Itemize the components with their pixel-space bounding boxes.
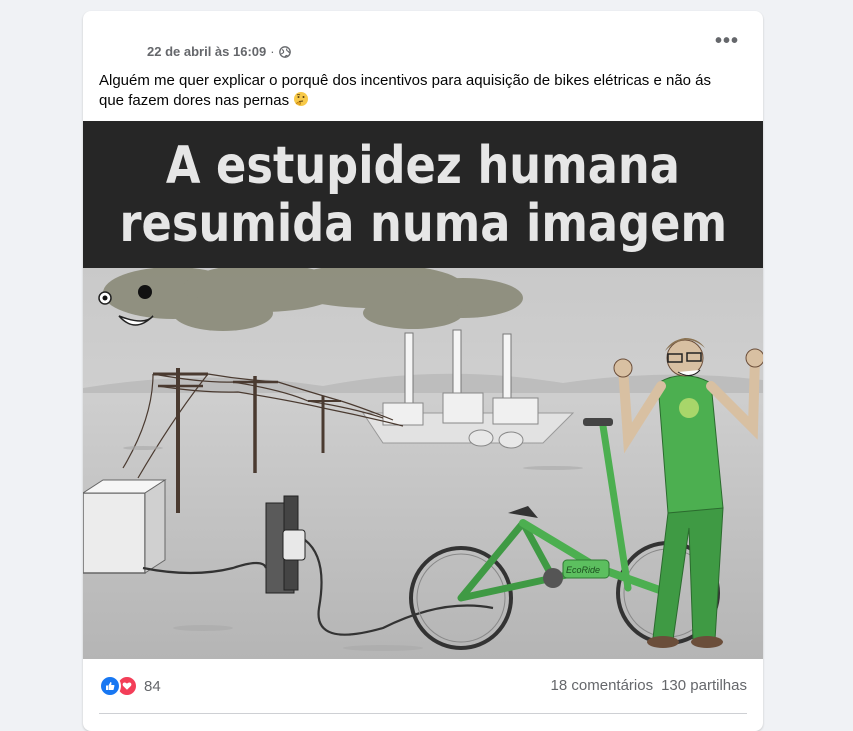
comments-count[interactable]: 18 comentários (551, 677, 654, 694)
post-meta: 22 de abril às 16:09 · (147, 44, 291, 59)
thinking-face-emoji (294, 92, 309, 106)
post-image[interactable]: A estupidez humana resumida numa imagem (83, 121, 763, 659)
like-icon (99, 675, 121, 697)
shares-count[interactable]: 130 partilhas (661, 677, 747, 694)
more-options-icon[interactable]: ••• (715, 31, 739, 51)
post-footer: 84 18 comentários 130 partilhas (83, 667, 763, 707)
image-banner: A estupidez humana resumida numa imagem (83, 121, 763, 268)
banner-line-1: A estupidez humana (165, 135, 681, 196)
reactions-summary[interactable]: 84 (99, 675, 161, 697)
reaction-count: 84 (144, 677, 161, 695)
post-text: Alguém me quer explicar o porquê dos inc… (99, 71, 739, 111)
post-card: 22 de abril às 16:09 · ••• Alguém me que… (83, 11, 763, 731)
transformer-box (83, 479, 167, 574)
post-message: Alguém me quer explicar o porquê dos inc… (99, 72, 712, 109)
illustration-scene: EcoRide (83, 268, 763, 659)
bike-brand-label: EcoRide (566, 565, 600, 575)
post-header: 22 de abril às 16:09 · ••• (83, 11, 763, 67)
post-stats: 18 comentários 130 partilhas (551, 677, 747, 694)
meta-separator: · (270, 44, 275, 59)
banner-line-2: resumida numa imagem (119, 193, 727, 254)
post-timestamp[interactable]: 22 de abril às 16:09 (147, 44, 266, 59)
globe-icon (278, 45, 291, 58)
